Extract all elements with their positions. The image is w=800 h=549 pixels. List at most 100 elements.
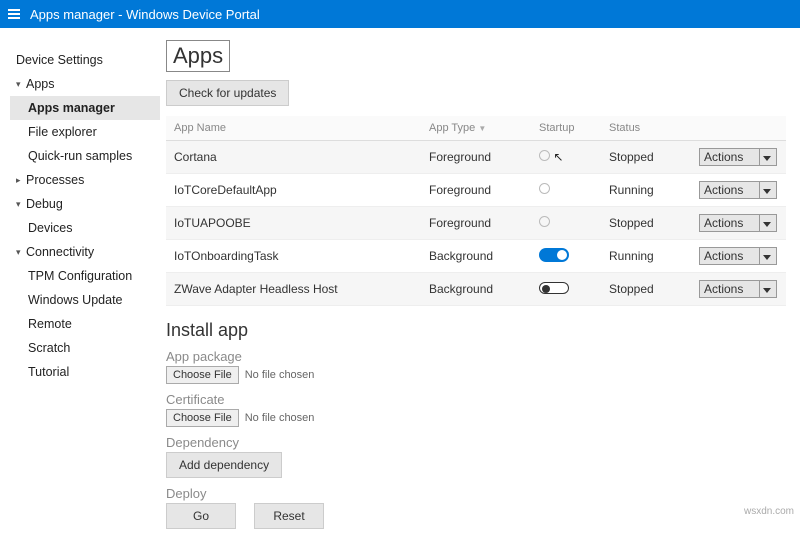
nav-label: TPM Configuration (28, 269, 132, 283)
startup-radio[interactable] (539, 150, 550, 161)
cell-startup: ↖ (531, 141, 601, 174)
cell-app-type: Foreground (421, 174, 531, 207)
cell-status: Stopped (601, 207, 691, 240)
caret-icon (16, 245, 26, 259)
sidebar: Device Settings Apps Apps manager File expl… (0, 28, 160, 549)
app-package-label: App package (166, 349, 786, 364)
choose-file-certificate-button[interactable]: Choose File (166, 409, 239, 427)
nav-file-explorer[interactable]: File explorer (10, 120, 160, 144)
package-file-status: No file chosen (245, 369, 315, 381)
nav-debug[interactable]: Debug (10, 192, 160, 216)
window-title: Apps manager - Windows Device Portal (30, 7, 260, 22)
actions-dropdown[interactable]: Actions (699, 181, 777, 199)
col-actions (691, 116, 786, 141)
actions-dropdown[interactable]: Actions (699, 247, 777, 265)
window-header: Apps manager - Windows Device Portal (0, 0, 800, 28)
actions-dropdown[interactable]: Actions (699, 280, 777, 298)
table-row: IoTOnboardingTaskBackground Running Action… (166, 240, 786, 273)
watermark: wsxdn.com (744, 506, 794, 517)
cell-actions: Actions (691, 273, 786, 306)
cell-app-type: Background (421, 240, 531, 273)
nav-label: Devices (28, 221, 72, 235)
nav-label: Remote (28, 317, 72, 331)
nav-tutorial[interactable]: Tutorial (10, 360, 160, 384)
nav-apps-manager[interactable]: Apps manager (10, 96, 160, 120)
cell-status: Stopped (601, 141, 691, 174)
add-dependency-button[interactable]: Add dependency (166, 452, 282, 478)
choose-file-package-button[interactable]: Choose File (166, 366, 239, 384)
certificate-label: Certificate (166, 392, 786, 407)
cell-startup (531, 174, 601, 207)
col-app-type[interactable]: App Type ▼ (421, 116, 531, 141)
table-row: IoTCoreDefaultAppForeground Running Action… (166, 174, 786, 207)
cell-app-name: ZWave Adapter Headless Host (166, 273, 421, 306)
nav-connectivity[interactable]: Connectivity (10, 240, 160, 264)
table-row: IoTUAPOOBEForeground Stopped Actions (166, 207, 786, 240)
nav-label: Tutorial (28, 365, 69, 379)
startup-radio[interactable] (539, 183, 550, 194)
nav-device-settings[interactable]: Device Settings (10, 48, 160, 72)
cell-actions: Actions (691, 174, 786, 207)
caret-icon (16, 197, 26, 211)
actions-label: Actions (704, 249, 743, 263)
startup-toggle[interactable] (539, 248, 569, 262)
nav-label: Debug (26, 197, 63, 211)
cell-app-type: Foreground (421, 207, 531, 240)
nav-label: Apps (26, 77, 55, 91)
nav-windows-update[interactable]: Windows Update (10, 288, 160, 312)
cell-app-name: IoTUAPOOBE (166, 207, 421, 240)
deploy-label: Deploy (166, 486, 786, 501)
page-title: Apps (166, 40, 230, 72)
nav-label: Connectivity (26, 245, 94, 259)
cell-app-name: IoTOnboardingTask (166, 240, 421, 273)
dependency-label: Dependency (166, 435, 786, 450)
cell-startup (531, 240, 601, 273)
cell-actions: Actions (691, 240, 786, 273)
col-startup[interactable]: Startup (531, 116, 601, 141)
startup-radio[interactable] (539, 216, 550, 227)
certificate-file-status: No file chosen (245, 412, 315, 424)
col-status[interactable]: Status (601, 116, 691, 141)
go-button[interactable]: Go (166, 503, 236, 529)
nav-label: Device Settings (16, 53, 103, 67)
nav-label: Quick-run samples (28, 149, 132, 163)
nav-remote[interactable]: Remote (10, 312, 160, 336)
table-row: ZWave Adapter Headless HostBackgroundSto… (166, 273, 786, 306)
nav-label: Windows Update (28, 293, 123, 307)
install-app-heading: Install app (166, 320, 786, 341)
actions-label: Actions (704, 150, 743, 164)
actions-dropdown[interactable]: Actions (699, 214, 777, 232)
cell-app-type: Foreground (421, 141, 531, 174)
cell-app-name: IoTCoreDefaultApp (166, 174, 421, 207)
actions-label: Actions (704, 183, 743, 197)
cell-actions: Actions (691, 207, 786, 240)
cursor-icon: ↖ (550, 150, 563, 164)
nav-scratch[interactable]: Scratch (10, 336, 160, 360)
col-app-name[interactable]: App Name (166, 116, 421, 141)
check-updates-button[interactable]: Check for updates (166, 80, 289, 106)
actions-dropdown[interactable]: Actions (699, 148, 777, 166)
main-content: Apps Check for updates App Name App Type… (160, 28, 800, 549)
cell-startup (531, 273, 601, 306)
cell-actions: Actions (691, 141, 786, 174)
actions-label: Actions (704, 282, 743, 296)
nav-label: Processes (26, 173, 84, 187)
nav-quick-run-samples[interactable]: Quick-run samples (10, 144, 160, 168)
cell-status: Running (601, 174, 691, 207)
caret-icon (16, 77, 26, 91)
hamburger-icon[interactable] (8, 9, 20, 19)
apps-table: App Name App Type ▼ Startup Status Corta… (166, 116, 786, 306)
nav-label: Apps manager (28, 101, 115, 115)
nav-tpm-configuration[interactable]: TPM Configuration (10, 264, 160, 288)
cell-startup (531, 207, 601, 240)
cell-app-type: Background (421, 273, 531, 306)
cell-status: Running (601, 240, 691, 273)
nav-devices[interactable]: Devices (10, 216, 160, 240)
reset-button[interactable]: Reset (254, 503, 324, 529)
actions-label: Actions (704, 216, 743, 230)
nav-label: File explorer (28, 125, 97, 139)
caret-icon (16, 173, 26, 187)
nav-processes[interactable]: Processes (10, 168, 160, 192)
startup-toggle[interactable] (539, 282, 569, 294)
nav-apps[interactable]: Apps (10, 72, 160, 96)
